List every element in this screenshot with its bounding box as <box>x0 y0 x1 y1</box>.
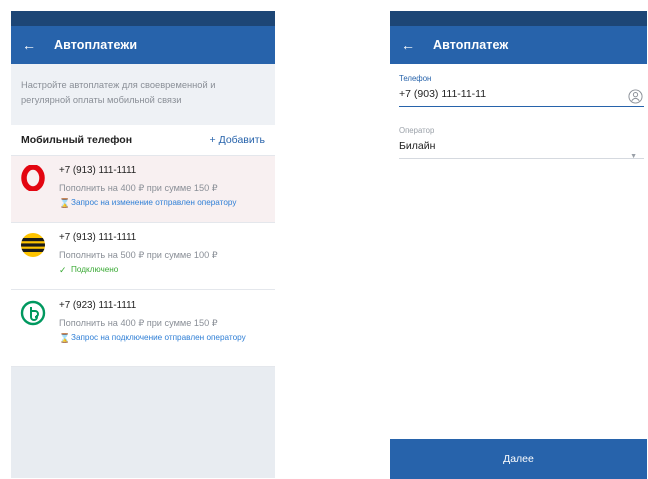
status-bar <box>390 11 647 26</box>
app-bar: ← Автоплатежи <box>11 26 275 64</box>
mts-logo-icon <box>21 165 45 191</box>
phone-input[interactable]: +7 (903) 111-11-11 <box>399 88 644 101</box>
autopayments-list-screen: ← Автоплатежи Настройте автоплатеж для с… <box>11 11 275 478</box>
megafon-logo-icon <box>20 300 46 326</box>
autopayment-item[interactable]: +7 (923) 111-1111 Пополнить на 400 ₽ при… <box>11 290 275 367</box>
operator-select[interactable]: Оператор Билайн ▼ <box>399 126 644 160</box>
autopay-condition: Пополнить на 500 ₽ при сумме 100 ₽ <box>59 250 218 260</box>
contacts-icon[interactable] <box>628 89 643 104</box>
status-text: Подключено <box>71 265 119 274</box>
operator-field-label: Оператор <box>399 126 435 135</box>
status-text: Запрос на подключение отправлен оператор… <box>71 333 246 342</box>
add-button[interactable]: + Добавить <box>210 134 265 146</box>
phone-field[interactable]: Телефон +7 (903) 111-11-11 <box>399 74 644 107</box>
operator-value: Билайн <box>399 140 436 152</box>
empty-area <box>11 382 275 478</box>
app-bar: ← Автоплатеж <box>390 26 647 64</box>
back-arrow-icon[interactable]: ← <box>401 38 417 52</box>
autopayment-form-screen: ← Автоплатеж Телефон +7 (903) 111-11-11 … <box>390 11 647 479</box>
autopay-condition: Пополнить на 400 ₽ при сумме 150 ₽ <box>59 183 218 193</box>
status-text: Запрос на изменение отправлен оператору <box>71 198 237 207</box>
status-line: ⌛ Запрос на изменение отправлен оператор… <box>59 198 236 208</box>
section-header: Мобильный телефон + Добавить <box>11 125 275 156</box>
beeline-logo-icon <box>21 233 45 257</box>
next-button[interactable]: Далее <box>390 439 647 479</box>
chevron-down-icon: ▼ <box>630 153 637 160</box>
intro-text: Настройте автоплатеж для своевременной и… <box>11 64 275 125</box>
status-bar <box>11 11 275 26</box>
phone-number: +7 (913) 111-1111 <box>59 232 137 243</box>
phone-field-label: Телефон <box>399 74 432 83</box>
status-line: ✓ Подключено <box>59 265 218 275</box>
back-arrow-icon[interactable]: ← <box>22 38 38 52</box>
phone-number: +7 (913) 111-1111 <box>59 165 137 176</box>
section-title: Мобильный телефон <box>21 134 133 146</box>
operator-field-underline <box>399 158 644 159</box>
phone-field-underline <box>399 106 644 107</box>
page-title: Автоплатеж <box>433 38 509 52</box>
autopayment-item[interactable]: +7 (913) 111-1111 Пополнить на 500 ₽ при… <box>11 223 275 290</box>
autopayment-item[interactable]: +7 (913) 111-1111 Пополнить на 400 ₽ при… <box>11 156 275 223</box>
spinner-icon: ⌛ <box>59 198 71 208</box>
spinner-icon: ⌛ <box>59 333 71 343</box>
autopay-condition: Пополнить на 400 ₽ при сумме 150 ₽ <box>59 318 218 328</box>
phone-number: +7 (923) 111-1111 <box>59 300 137 311</box>
page-title: Автоплатежи <box>54 38 138 52</box>
check-icon: ✓ <box>59 265 67 275</box>
autopayment-form: Телефон +7 (903) 111-11-11 Оператор Била… <box>390 64 647 160</box>
status-line: ⌛ Запрос на подключение отправлен операт… <box>59 333 264 343</box>
